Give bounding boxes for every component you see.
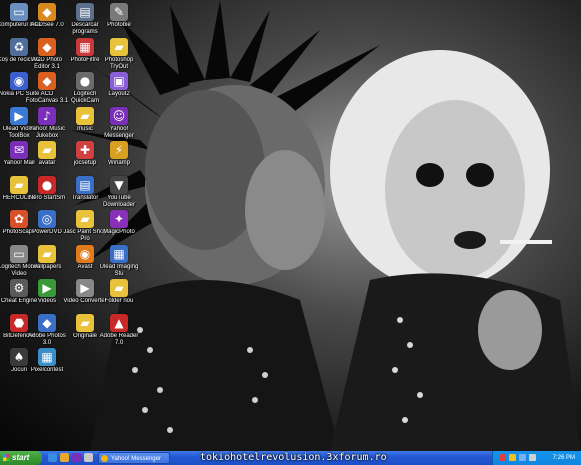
- desktop-icon-label: MagicPhoto: [103, 229, 135, 235]
- icon-originals-folder-icon: ▰: [76, 313, 94, 332]
- icon-jasc-paint-shop-icon: ▰: [76, 210, 94, 228]
- icon-acdsee-icon: ◆: [38, 3, 56, 21]
- icon-avast-icon: ◉: [76, 244, 94, 263]
- icon-quickcam-icon: ●: [76, 72, 94, 90]
- icon-magicphoto-icon: ✦: [110, 210, 128, 228]
- quicklaunch-ie-icon[interactable]: [48, 453, 57, 462]
- icon-youtube-downloader[interactable]: ▼ YouTube Downloader: [96, 175, 142, 209]
- desktop-icon-label: Folder nou: [104, 298, 134, 304]
- icon-adobe-reader-icon: ▲: [110, 313, 128, 332]
- icon-pixelcontest-icon: ▦: [38, 348, 56, 366]
- icon-layout2[interactable]: ▣ Layout2: [96, 72, 142, 98]
- icon-picasa-icon: ◆: [38, 313, 56, 332]
- desktop-icon-label: Yahoo! Messenger: [104, 125, 134, 139]
- icon-photoshop-icon: ▰: [110, 37, 128, 56]
- icon-adobe-reader[interactable]: ▲ Adobe Reader 7.0: [96, 313, 142, 347]
- desktop-icon-label: Layout2: [108, 91, 130, 97]
- icon-pixelcontest[interactable]: ▦ Pixelcontest: [24, 348, 70, 374]
- icon-yahoo-messenger-icon: ☺: [110, 106, 128, 125]
- desktop-icon-label: Photobie: [107, 22, 131, 28]
- icon-acd-photo-editor-icon: ◆: [38, 37, 56, 56]
- icon-photofiltre-icon: ▦: [76, 37, 94, 56]
- icon-photoshop[interactable]: ▰ Photoshop TryOut: [96, 37, 142, 71]
- icon-acd-foto-canvas-icon: ◆: [38, 72, 56, 90]
- icon-music-folder-icon: ▰: [76, 106, 94, 125]
- icon-yahoo-messenger[interactable]: ☺ Yahoo! Messenger: [96, 106, 142, 140]
- icon-jigsaw-icon: ✚: [76, 141, 94, 159]
- start-label: start: [12, 453, 30, 462]
- icon-photobie-icon: ✎: [110, 3, 128, 21]
- desktop-icon-label: Winamp: [107, 160, 130, 166]
- desktop-icon-grid: ▭ Computerul meu ◆ ACDSee 7.0 ▤ Descarcar pro…: [0, 0, 140, 451]
- icon-folder-nou-icon: ▰: [110, 279, 128, 297]
- desktop-wallpaper: ▭ Computerul meu ◆ ACDSee 7.0 ▤ Descarcar pro…: [0, 0, 581, 451]
- desktop-icon-label: Photoshop TryOut: [104, 56, 134, 70]
- start-button[interactable]: start: [0, 451, 42, 465]
- taskbar-button-yahoo-messenger[interactable]: Yahoo! Messenger: [98, 452, 170, 464]
- icon-imaging-icon: ▦: [110, 244, 128, 263]
- icon-magicphoto[interactable]: ✦ MagicPhoto: [96, 210, 142, 236]
- icon-avatar-folder-icon: ▰: [38, 141, 56, 159]
- icon-imaging[interactable]: ▦ Ulead Imaging Stu: [96, 244, 142, 278]
- tray-antivirus-icon[interactable]: [499, 454, 506, 461]
- quicklaunch-yahoo-icon[interactable]: [72, 453, 81, 462]
- watermark-text: tokiohotelrevolusion.3xforum.ro: [200, 452, 387, 463]
- desktop-icon-label: YouTube Downloader: [102, 194, 136, 208]
- icon-winamp[interactable]: ⚡ Winamp: [96, 141, 142, 167]
- icon-video-converter-icon: ▶: [76, 279, 94, 297]
- icon-nero-icon: ●: [38, 175, 56, 194]
- tray-volume-icon[interactable]: [529, 454, 536, 461]
- icon-layout2-icon: ▣: [110, 72, 128, 90]
- icon-winamp-icon: ⚡: [110, 141, 128, 159]
- icon-yahoo-music-icon: ♪: [38, 106, 56, 125]
- desktop-icon-label: Ulead Imaging Stu: [99, 263, 139, 277]
- icon-youtube-downloader-icon: ▼: [110, 175, 128, 194]
- tray-network-icon[interactable]: [519, 454, 526, 461]
- taskbar-button-label: Yahoo! Messenger: [111, 456, 161, 462]
- taskbar-clock[interactable]: 7:26 PM: [553, 451, 575, 465]
- icon-power-dvd-icon: ◎: [38, 210, 56, 228]
- desktop-icon-label: Pixelcontest: [30, 367, 64, 373]
- icon-downloaded-programs-icon: ▤: [76, 3, 94, 21]
- windows-flag-icon: [3, 454, 10, 461]
- icon-translator-icon: ▤: [76, 175, 94, 194]
- icon-wallpapers-folder-icon: ▰: [38, 244, 56, 263]
- quicklaunch-desktop-icon[interactable]: [84, 453, 93, 462]
- icon-photobie[interactable]: ✎ Photobie: [96, 3, 142, 29]
- icon-folder-nou[interactable]: ▰ Folder nou: [96, 279, 142, 305]
- yahoo-messenger-icon: [101, 455, 108, 462]
- quicklaunch-folder-icon[interactable]: [60, 453, 69, 462]
- system-tray: 7:26 PM: [492, 451, 581, 465]
- desktop-icon-label: Adobe Reader 7.0: [99, 332, 139, 346]
- tray-messenger-icon[interactable]: [509, 454, 516, 461]
- icon-videos-icon: ▶: [38, 279, 56, 297]
